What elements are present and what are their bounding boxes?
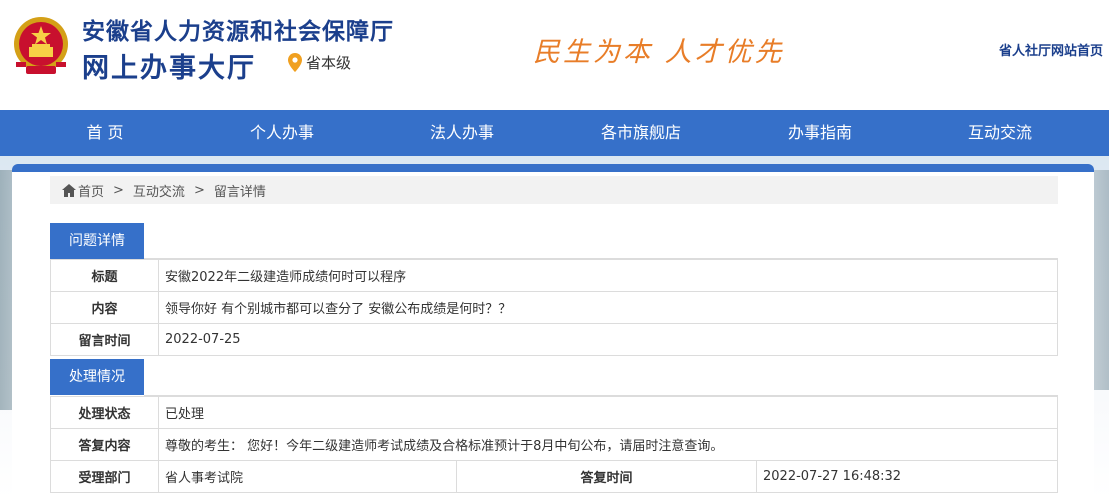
breadcrumb-separator: > xyxy=(113,182,124,198)
location-label: 省本级 xyxy=(306,54,352,72)
dept-value: 省人事考试院 xyxy=(158,460,457,493)
breadcrumb-home[interactable]: 首页 xyxy=(78,181,104,200)
main-nav: 首 页 个人办事 法人办事 各市旗舰店 办事指南 互动交流 xyxy=(0,110,1109,156)
reply-value: 尊敬的考生： 您好！今年二级建造师考试成绩及合格标准预计于8月中旬公布，请届时注… xyxy=(158,428,1058,461)
table-row: 答复内容 尊敬的考生： 您好！今年二级建造师考试成绩及合格标准预计于8月中旬公布… xyxy=(50,428,1058,461)
map-pin-icon xyxy=(288,53,302,72)
breadcrumb: 首页 > 互动交流 > 留言详情 xyxy=(50,176,1058,204)
location-selector[interactable]: 省本级 xyxy=(288,52,351,73)
home-icon xyxy=(62,183,76,197)
table-row: 留言时间 2022-07-25 xyxy=(50,323,1058,356)
content-value: 领导你好 有个别城市都可以查分了 安徽公布成绩是何时？？ xyxy=(158,291,1058,324)
title-label: 标题 xyxy=(50,259,159,292)
post-time-value: 2022-07-25 xyxy=(158,323,1058,356)
breadcrumb-separator: > xyxy=(193,182,205,198)
dept-label: 受理部门 xyxy=(50,460,159,493)
site-home-link[interactable]: 省人社厅网站首页 xyxy=(999,40,1103,59)
section-title-handling: 处理情况 xyxy=(50,359,144,395)
table-row: 内容 领导你好 有个别城市都可以查分了 安徽公布成绩是何时？？ xyxy=(50,291,1058,324)
nav-item-city-stores[interactable]: 各市旗舰店 xyxy=(586,110,696,156)
header: 安徽省人力资源和社会保障厅 网上办事大厅 省本级 民生为本 人才优先 省人社厅网… xyxy=(0,0,1109,110)
handling-table: 处理状态 已处理 答复内容 尊敬的考生： 您好！今年二级建造师考试成绩及合格标准… xyxy=(50,396,1058,493)
reply-time-label: 答复时间 xyxy=(456,460,757,493)
reply-label: 答复内容 xyxy=(50,428,159,461)
table-row: 受理部门 省人事考试院 答复时间 2022-07-27 16:48:32 xyxy=(50,460,1058,493)
table-row: 处理状态 已处理 xyxy=(50,396,1058,429)
breadcrumb-current: 留言详情 xyxy=(213,184,266,200)
status-value: 已处理 xyxy=(158,396,1058,429)
question-table: 标题 安徽2022年二级建造师成绩何时可以程序 内容 领导你好 有个别城市都可以… xyxy=(50,259,1058,356)
nav-item-corporate[interactable]: 法人办事 xyxy=(412,110,512,156)
breadcrumb-interaction[interactable]: 互动交流 xyxy=(133,181,185,200)
reply-time-value: 2022-07-27 16:48:32 xyxy=(756,460,1058,493)
nav-item-guide[interactable]: 办事指南 xyxy=(770,110,870,156)
post-time-label: 留言时间 xyxy=(50,323,159,356)
site-subtitle: 网上办事大厅 xyxy=(82,53,256,84)
nav-item-home[interactable]: 首 页 xyxy=(55,110,155,156)
section-title-question: 问题详情 xyxy=(50,223,144,259)
national-emblem-icon xyxy=(14,17,68,74)
content-label: 内容 xyxy=(50,291,159,324)
slogan: 民生为本 人才优先 xyxy=(533,37,785,68)
site-title: 安徽省人力资源和社会保障厅 xyxy=(82,19,394,45)
nav-item-personal[interactable]: 个人办事 xyxy=(232,110,332,156)
title-value: 安徽2022年二级建造师成绩何时可以程序 xyxy=(158,259,1058,292)
table-row: 标题 安徽2022年二级建造师成绩何时可以程序 xyxy=(50,259,1058,292)
nav-item-interaction[interactable]: 互动交流 xyxy=(950,110,1050,156)
status-label: 处理状态 xyxy=(50,396,159,429)
